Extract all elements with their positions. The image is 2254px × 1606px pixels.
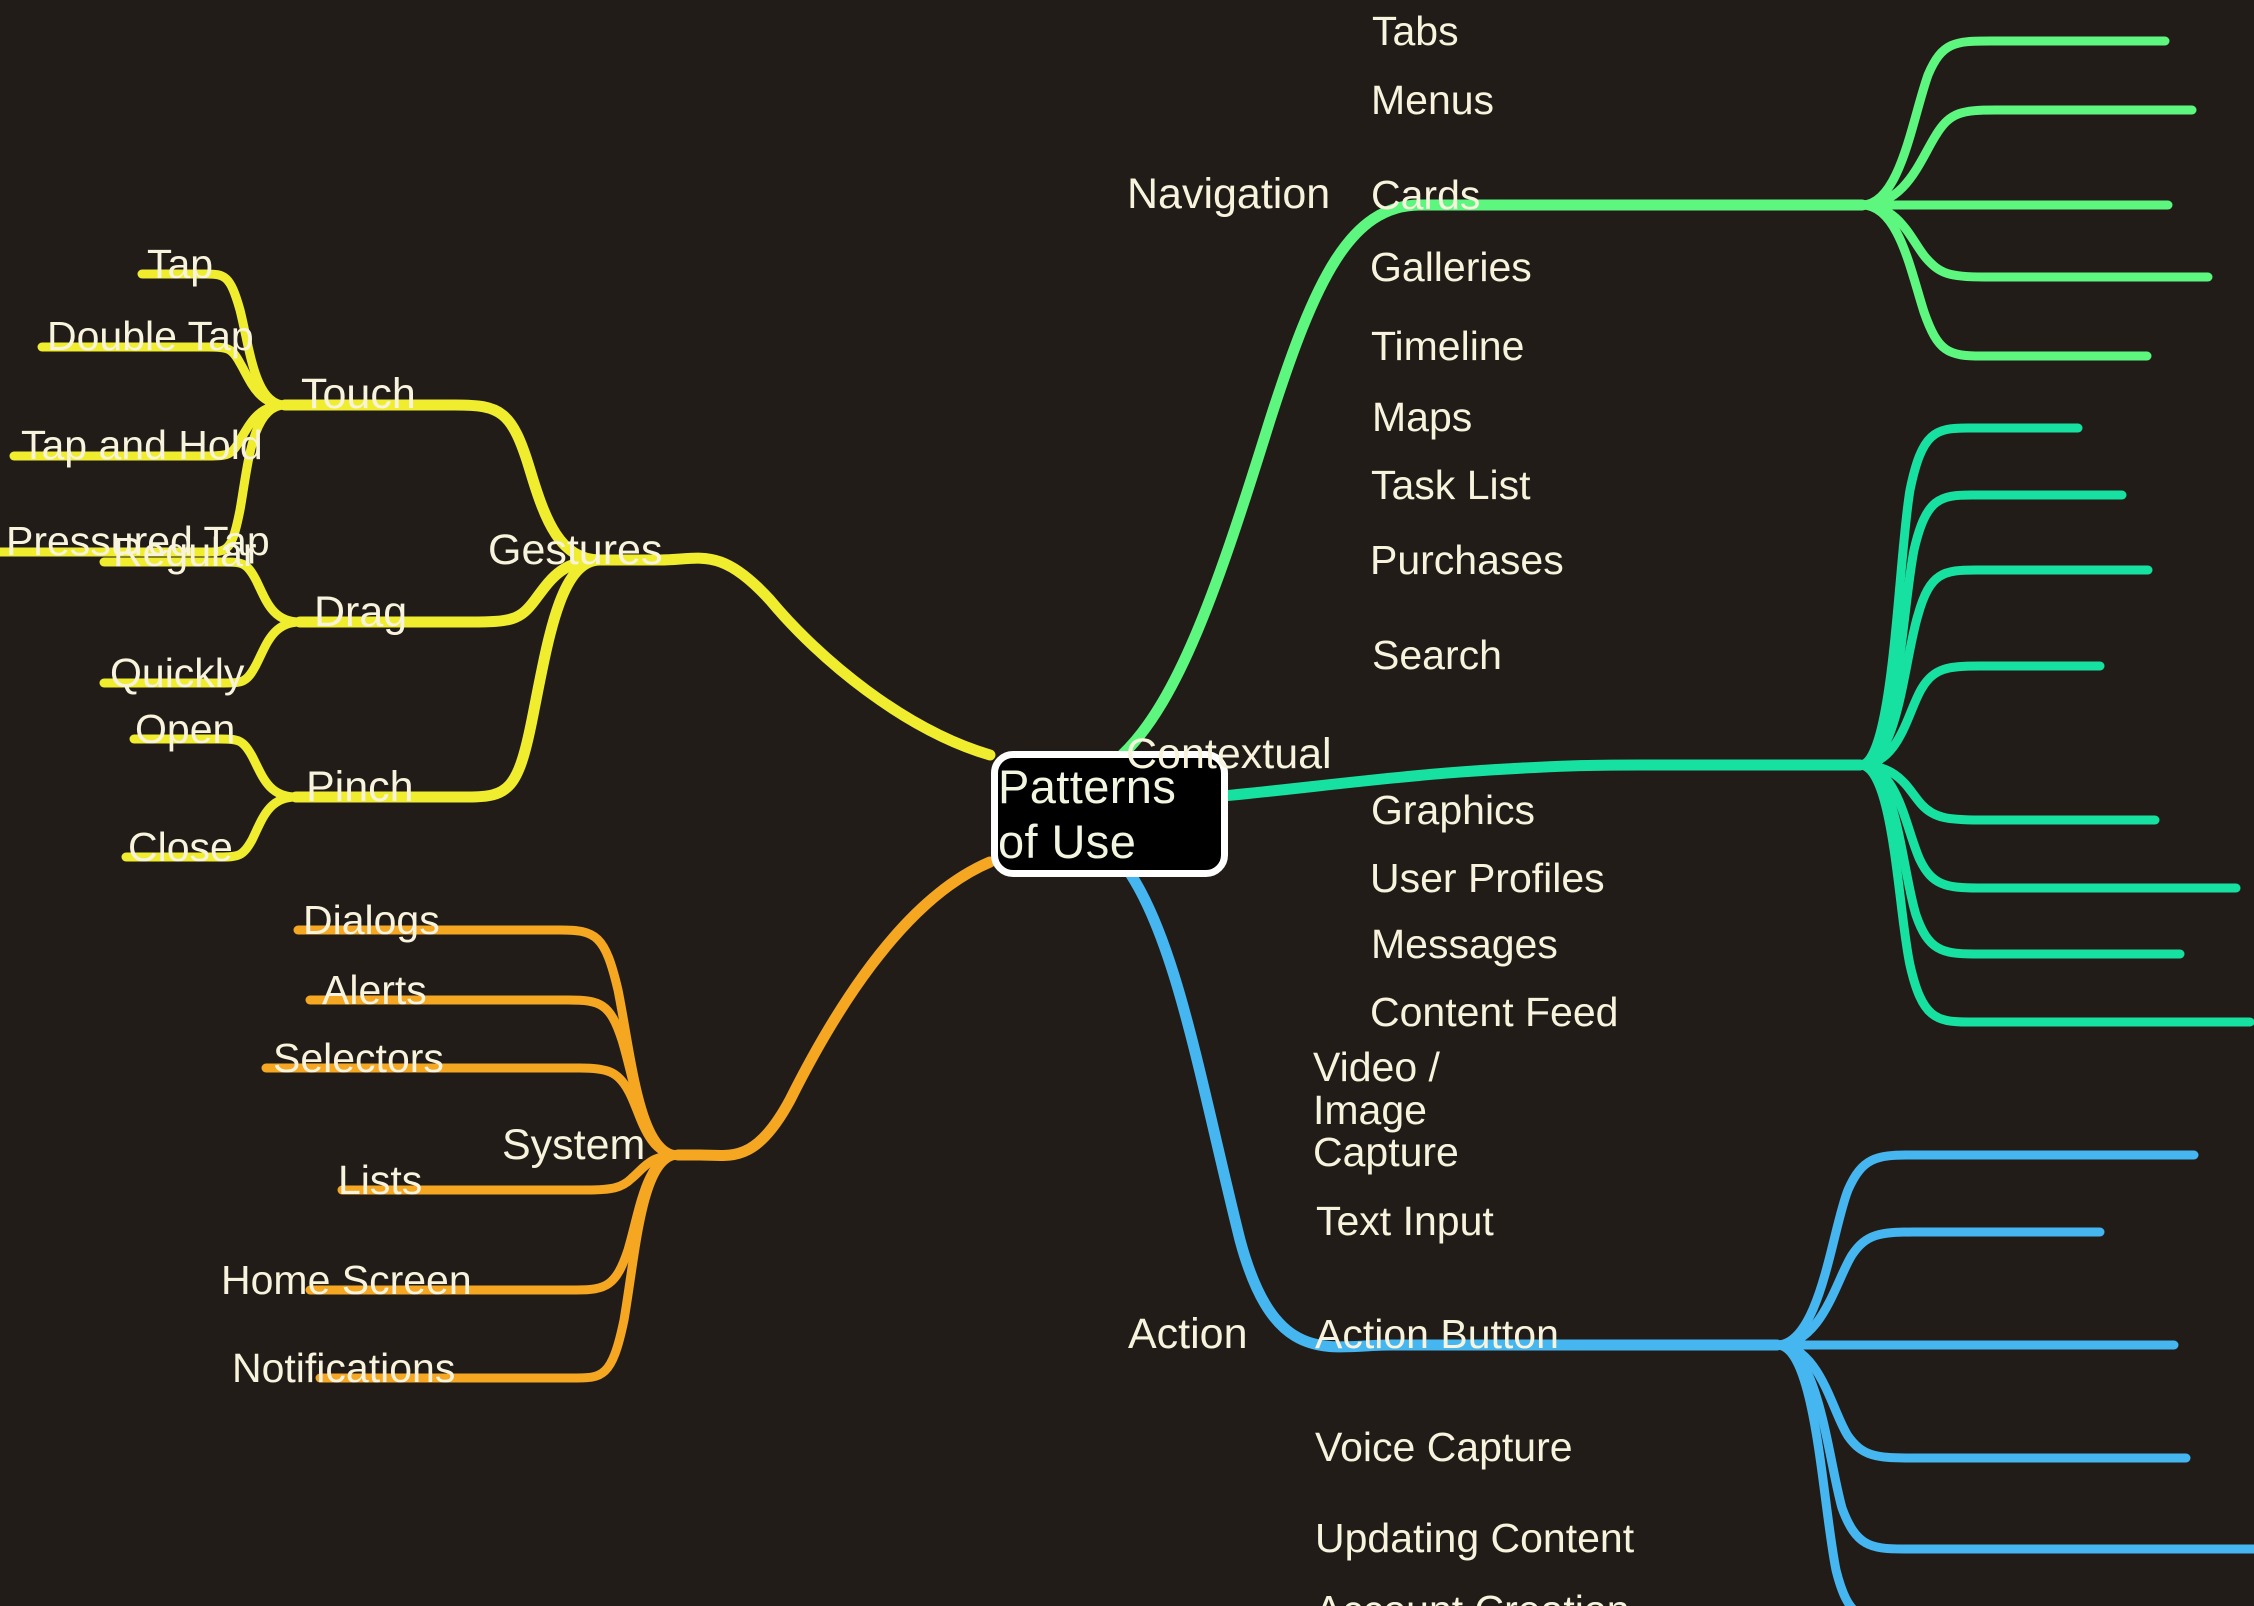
trunk-gestures: [654, 552, 996, 761]
leaf-label-double-tap[interactable]: Double Tap: [47, 315, 254, 358]
leaf-label-updating-content[interactable]: Updating Content: [1315, 1517, 1634, 1560]
branch-label-contextual[interactable]: Contextual: [1126, 732, 1332, 777]
leaf-label-selectors[interactable]: Selectors: [273, 1037, 444, 1080]
leaf-label-timeline[interactable]: Timeline: [1371, 325, 1524, 368]
node-label-pinch[interactable]: Pinch: [306, 765, 414, 810]
branch-label-gestures[interactable]: Gestures: [488, 528, 662, 573]
leaf-label-close[interactable]: Close: [128, 826, 233, 869]
leaf-label-maps[interactable]: Maps: [1372, 396, 1472, 439]
leaf-label-video-image-capture[interactable]: Video / Image Capture: [1313, 1046, 1563, 1174]
leaf-label-search[interactable]: Search: [1372, 634, 1502, 677]
leaf-label-cards[interactable]: Cards: [1371, 174, 1480, 217]
link-act-videoimage: [1772, 1150, 1915, 1350]
leaf-label-action-button[interactable]: Action Button: [1315, 1313, 1559, 1356]
link-act-updatingcontent: [1772, 1340, 1909, 1554]
leaf-label-account-creation[interactable]: Account Creation: [1315, 1589, 1630, 1606]
leaf-label-graphics[interactable]: Graphics: [1371, 789, 1535, 832]
leaf-label-home-screen[interactable]: Home Screen: [221, 1259, 472, 1302]
leaf-label-alerts[interactable]: Alerts: [322, 969, 427, 1012]
mindmap-canvas: Patterns of Use Gestures Touch Tap Doubl…: [0, 0, 2254, 1606]
leaf-label-menus[interactable]: Menus: [1371, 79, 1494, 122]
branch-label-system[interactable]: System: [502, 1123, 645, 1168]
link-system-homescreen: [571, 1150, 683, 1295]
branch-label-action[interactable]: Action: [1128, 1312, 1248, 1357]
node-label-touch[interactable]: Touch: [301, 372, 416, 417]
leaf-label-tap-and-hold[interactable]: Tap and Hold: [21, 424, 263, 467]
leaf-label-text-input[interactable]: Text Input: [1316, 1200, 1494, 1243]
leaf-label-galleries[interactable]: Galleries: [1370, 246, 1532, 289]
branch-label-navigation[interactable]: Navigation: [1127, 172, 1330, 217]
leaf-label-user-profiles[interactable]: User Profiles: [1370, 857, 1605, 900]
leaf-label-regular[interactable]: Regular: [113, 531, 257, 574]
leaf-label-quickly[interactable]: Quickly: [110, 652, 244, 695]
leaf-label-purchases[interactable]: Purchases: [1370, 539, 1564, 582]
link-nav-tabs: [1857, 36, 1995, 210]
leaf-label-tap[interactable]: Tap: [147, 243, 213, 286]
node-label-drag[interactable]: Drag: [314, 590, 407, 635]
leaf-label-open[interactable]: Open: [135, 708, 235, 751]
leaf-label-task-list[interactable]: Task List: [1371, 464, 1531, 507]
leaf-label-lists[interactable]: Lists: [338, 1159, 422, 1202]
leaf-label-notifications[interactable]: Notifications: [232, 1347, 455, 1390]
trunk-system: [694, 856, 996, 1162]
leaf-label-messages[interactable]: Messages: [1371, 923, 1558, 966]
leaf-label-voice-capture[interactable]: Voice Capture: [1315, 1426, 1573, 1469]
leaf-label-tabs[interactable]: Tabs: [1372, 10, 1459, 53]
leaf-label-content-feed[interactable]: Content Feed: [1370, 991, 1618, 1034]
leaf-label-dialogs[interactable]: Dialogs: [303, 899, 440, 942]
